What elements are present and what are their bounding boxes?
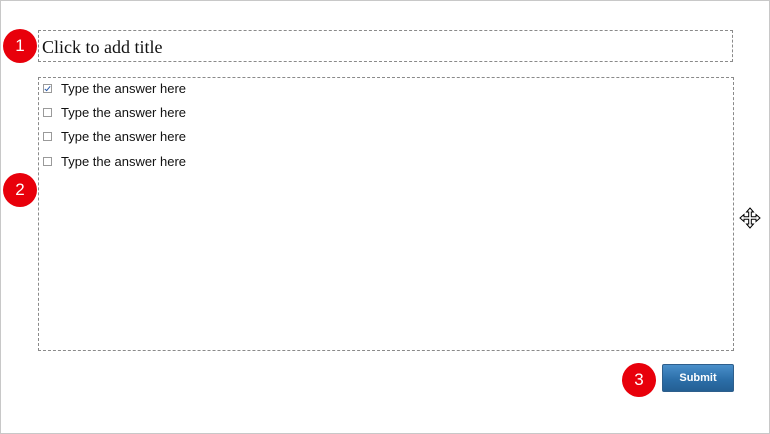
answer-checkbox[interactable] (43, 83, 52, 93)
title-text: Click to add title (42, 37, 163, 57)
answer-label: Type the answer here (61, 128, 187, 144)
move-cursor-icon (739, 207, 761, 229)
callout-marker-1: 1 (3, 29, 37, 63)
answer-option[interactable]: Type the answer here (43, 80, 186, 96)
callout-marker-3: 3 (622, 363, 656, 397)
title-placeholder[interactable]: Click to add title (38, 30, 733, 62)
answer-checkbox[interactable] (43, 131, 52, 141)
answer-option[interactable]: Type the answer here (43, 104, 186, 120)
answer-label: Type the answer here (61, 153, 187, 169)
submit-button[interactable]: Submit (662, 364, 734, 392)
answer-label: Type the answer here (61, 104, 187, 120)
answer-option[interactable]: Type the answer here (43, 153, 186, 169)
answer-checkbox[interactable] (43, 156, 52, 166)
slide-canvas: Click to add title Type the answer here … (0, 0, 770, 434)
answer-checkbox[interactable] (43, 107, 52, 117)
answer-option[interactable]: Type the answer here (43, 128, 186, 144)
answers-area[interactable]: Type the answer here Type the answer her… (38, 77, 734, 351)
callout-marker-2: 2 (3, 173, 37, 207)
answer-label: Type the answer here (61, 80, 187, 96)
